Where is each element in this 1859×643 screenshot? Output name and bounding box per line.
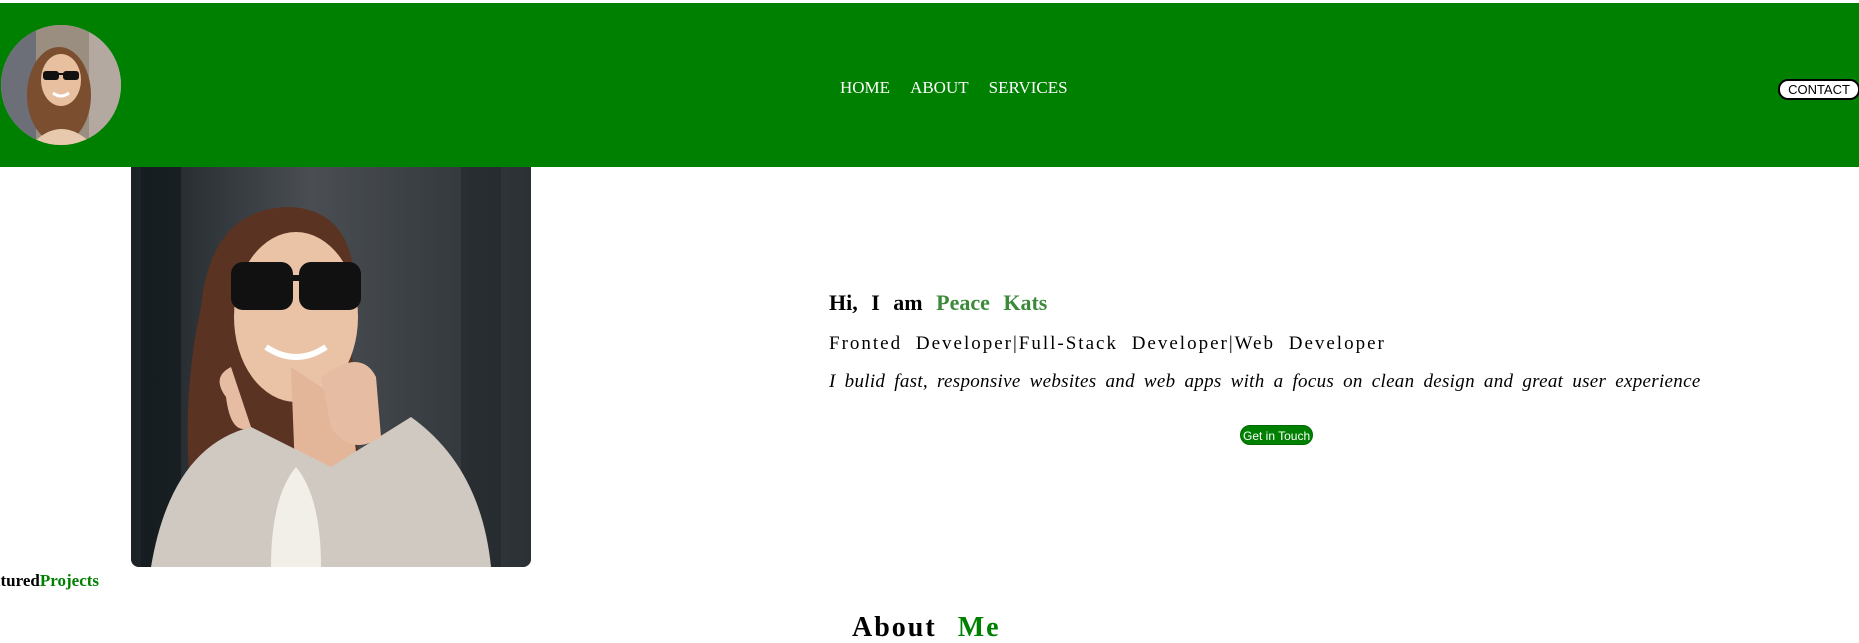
featured-prefix: atured — [0, 571, 40, 590]
about-heading: About Me — [852, 612, 1001, 643]
main-nav: HOME ABOUT SERVICES — [840, 78, 1068, 98]
about-accent: Me — [957, 612, 1001, 643]
nav-home[interactable]: HOME — [840, 78, 890, 98]
avatar-image — [1, 25, 121, 145]
tagline-text: I bulid fast, responsive websites and we… — [829, 371, 1701, 392]
roles-text: Fronted Developer|Full-Stack Developer|W… — [829, 333, 1386, 354]
nav-about[interactable]: ABOUT — [910, 78, 969, 98]
profile-avatar[interactable] — [1, 25, 121, 145]
greeting-heading: Hi, I am Peace Kats — [829, 290, 1729, 316]
intro-section: Hi, I am Peace Kats Fronted Developer|Fu… — [829, 290, 1729, 393]
nav-services[interactable]: SERVICES — [989, 78, 1068, 98]
about-prefix: About — [852, 612, 937, 643]
hero-photo — [131, 167, 531, 567]
featured-projects-heading: aturedProjects — [0, 571, 99, 591]
page: HOME ABOUT SERVICES CONTACT Hi, I am Pea… — [0, 0, 1859, 643]
hero-name: Peace Kats — [936, 290, 1048, 315]
contact-button[interactable]: CONTACT — [1778, 79, 1859, 100]
greeting-prefix: Hi, I am — [829, 290, 923, 315]
site-header: HOME ABOUT SERVICES CONTACT — [0, 3, 1859, 167]
featured-accent: Projects — [39, 571, 100, 590]
get-in-touch-button[interactable]: Get in Touch — [1240, 425, 1314, 445]
hero-image — [131, 167, 531, 567]
